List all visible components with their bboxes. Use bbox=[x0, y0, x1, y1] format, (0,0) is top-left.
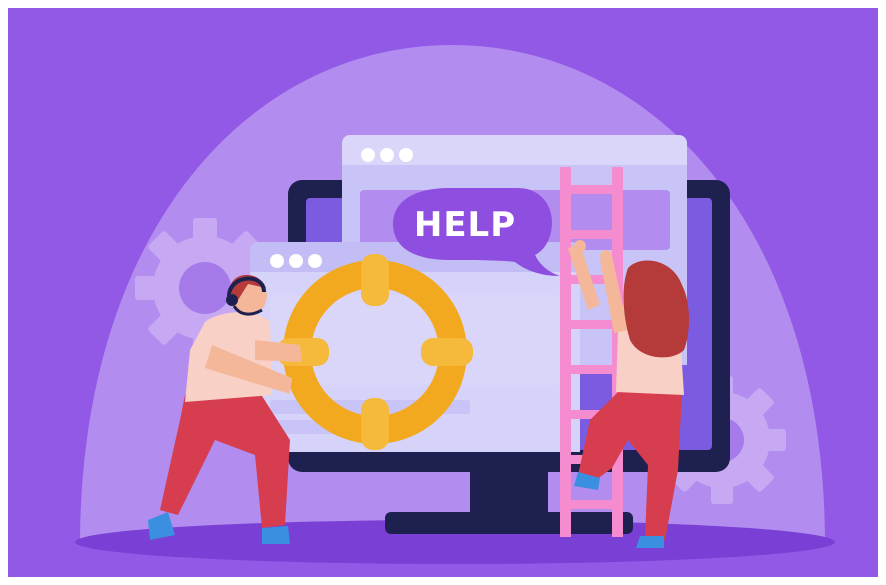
monitor-neck bbox=[470, 470, 548, 518]
help-label: HELP bbox=[414, 205, 516, 245]
window-dot bbox=[399, 148, 413, 162]
window-dot bbox=[270, 254, 284, 268]
illustration-canvas: HELP bbox=[0, 0, 886, 585]
monitor-stand bbox=[385, 512, 633, 534]
window-dot bbox=[380, 148, 394, 162]
window-dot bbox=[361, 148, 375, 162]
support-illustration: HELP bbox=[0, 0, 886, 585]
window-dot bbox=[308, 254, 322, 268]
window-dot bbox=[289, 254, 303, 268]
